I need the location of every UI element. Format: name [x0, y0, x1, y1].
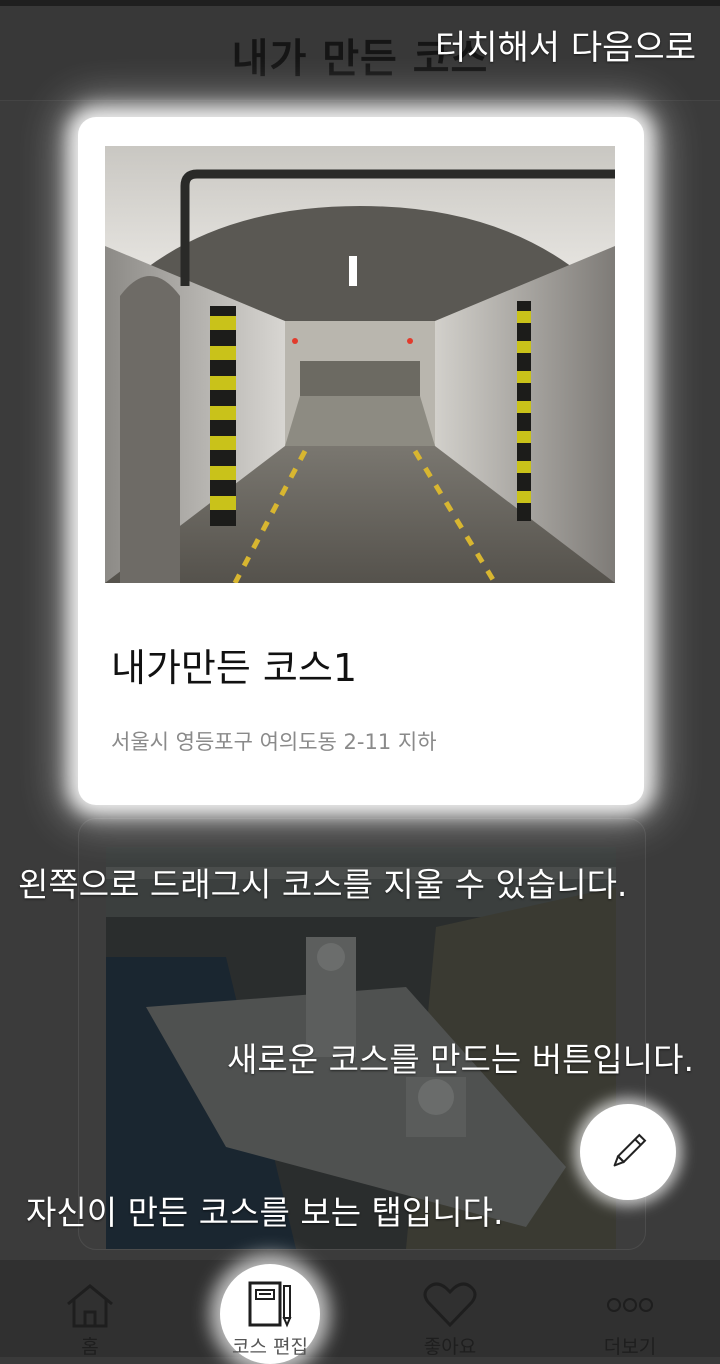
- nav-course-edit-label: 코스 편집: [232, 1336, 308, 1358]
- tip-new-course: 새로운 코스를 만드는 버튼입니다.: [227, 1040, 694, 1079]
- course-title: 내가만든 코스1: [111, 646, 358, 690]
- nav-like[interactable]: 좋아요: [360, 1260, 540, 1358]
- nav-like-label: 좋아요: [423, 1336, 477, 1358]
- more-icon: [607, 1298, 653, 1312]
- tip-drag-delete: 왼쪽으로 드래그시 코스를 지울 수 있습니다.: [18, 865, 628, 904]
- notebook-icon: [248, 1281, 292, 1328]
- home-icon: [67, 1284, 113, 1328]
- course-card[interactable]: 내가만든 코스1 서울시 영등포구 여의도동 2-11 지하: [78, 117, 644, 805]
- course-photo: [105, 146, 615, 583]
- tip-my-course-tab: 자신이 만든 코스를 보는 탭입니다.: [26, 1193, 504, 1232]
- screen: 내가 만든 코스 내가만든 코스1 서울시 영등포구 여의도동 2-11 지하 …: [0, 0, 720, 1364]
- tip-touch-next[interactable]: 터치해서 다음으로: [435, 20, 696, 69]
- nav-course-edit[interactable]: 코스 편집: [180, 1260, 360, 1364]
- pencil-icon: [613, 1133, 647, 1167]
- nav-more-label: 더보기: [603, 1336, 657, 1358]
- nav-home-label: 홈: [81, 1336, 99, 1358]
- heart-icon: [423, 1282, 477, 1328]
- nav-more[interactable]: 더보기: [540, 1260, 720, 1358]
- bottom-nav: 홈 코스 편집 좋아요 더보기: [0, 1260, 720, 1364]
- nav-home[interactable]: 홈: [0, 1260, 180, 1358]
- new-course-button[interactable]: [580, 1104, 676, 1200]
- course-address: 서울시 영등포구 여의도동 2-11 지하: [111, 730, 437, 754]
- tunnel-photo-icon: [105, 146, 615, 583]
